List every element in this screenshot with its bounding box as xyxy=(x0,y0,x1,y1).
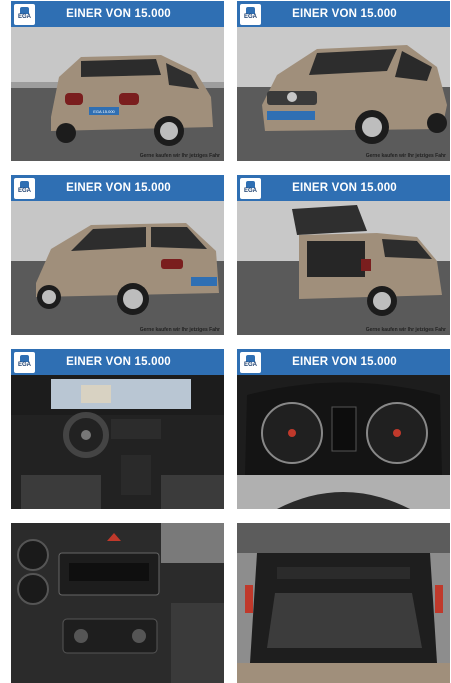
banner-title: EINER VON 15.000 xyxy=(66,8,171,20)
banner-title: EINER VON 15.000 xyxy=(292,356,397,368)
gallery-tile-6[interactable]: EGA EINER VON 15.000 xyxy=(237,349,450,509)
banner-title: EINER VON 15.000 xyxy=(66,182,171,194)
promo-banner: EGA EINER VON 15.000 xyxy=(237,349,450,375)
banner-title: EINER VON 15.000 xyxy=(292,182,397,194)
gallery-tile-4[interactable]: EGA EINER VON 15.000 Gerne kaufen wir Ih… xyxy=(237,175,450,335)
ega-logo: EGA xyxy=(14,3,35,25)
instrument-cluster-photo xyxy=(237,375,450,509)
gallery-tile-2[interactable]: EGA EINER VON 15.000 Gerne kaufen wir Ih… xyxy=(237,1,450,161)
promo-banner: EGA EINER VON 15.000 xyxy=(11,1,224,27)
trade-in-caption: Gerne kaufen wir Ihr jetziges Fahr xyxy=(365,153,446,159)
gallery-tile-1[interactable]: EGA EINER VON 15.000 EGA 15.000 Gerne ka… xyxy=(11,1,224,161)
svg-text:EGA 15.000: EGA 15.000 xyxy=(93,109,115,114)
promo-banner: EGA EINER VON 15.000 xyxy=(237,1,450,27)
rear-left-view-photo: EGA 15.000 xyxy=(11,27,224,161)
banner-title: EINER VON 15.000 xyxy=(292,8,397,20)
ega-logo: EGA xyxy=(240,177,261,199)
side-rear-view-photo xyxy=(11,201,224,335)
promo-banner: EGA EINER VON 15.000 xyxy=(11,175,224,201)
ega-logo: EGA xyxy=(240,3,261,25)
front-left-view-photo xyxy=(237,27,450,161)
gallery-tile-7[interactable] xyxy=(11,523,224,683)
gallery-tile-8[interactable] xyxy=(237,523,450,683)
banner-title: EINER VON 15.000 xyxy=(66,356,171,368)
promo-banner: EGA EINER VON 15.000 xyxy=(237,175,450,201)
trade-in-caption: Gerne kaufen wir Ihr jetziges Fahr xyxy=(365,327,446,333)
gallery-tile-5[interactable]: EGA EINER VON 15.000 xyxy=(11,349,224,509)
trade-in-caption: Gerne kaufen wir Ihr jetziges Fahr xyxy=(139,153,220,159)
ega-logo: EGA xyxy=(14,177,35,199)
ega-logo: EGA xyxy=(240,351,261,373)
ega-logo: EGA xyxy=(14,351,35,373)
dashboard-interior-photo xyxy=(11,375,224,509)
promo-banner: EGA EINER VON 15.000 xyxy=(11,349,224,375)
trunk-interior-photo xyxy=(237,523,450,683)
open-trunk-view-photo xyxy=(237,201,450,335)
gallery-tile-3[interactable]: EGA EINER VON 15.000 Gerne kaufen wir Ih… xyxy=(11,175,224,335)
center-console-photo xyxy=(11,523,224,683)
trade-in-caption: Gerne kaufen wir Ihr jetziges Fahr xyxy=(139,327,220,333)
